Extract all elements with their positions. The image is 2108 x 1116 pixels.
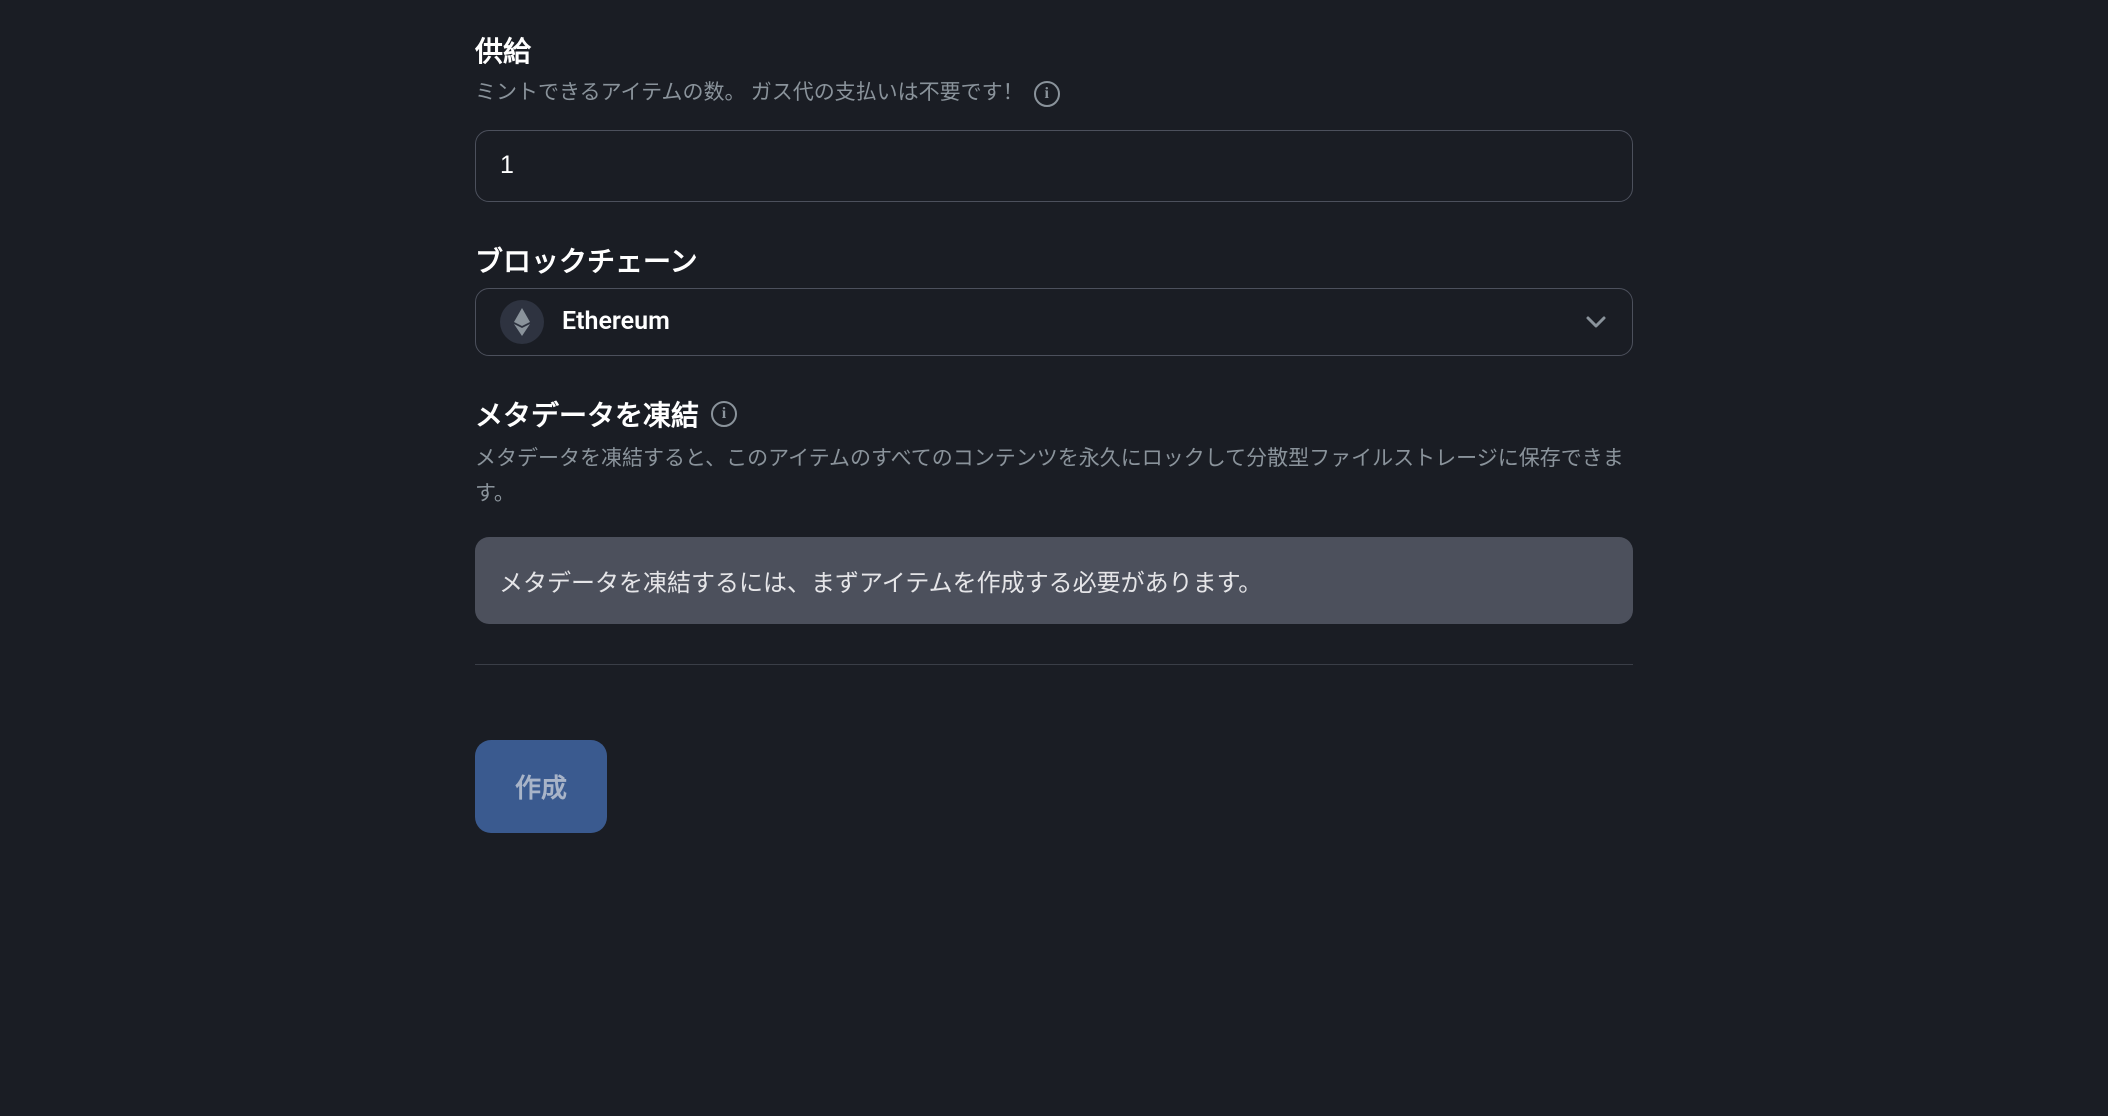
divider: [475, 664, 1633, 665]
create-button[interactable]: 作成: [475, 740, 607, 833]
blockchain-label-text: ブロックチェーン: [475, 240, 698, 280]
supply-description: ミントできるアイテムの数。 ガス代の支払いは不要です！ i: [475, 78, 1633, 110]
info-icon-glyph: i: [722, 405, 726, 423]
info-icon[interactable]: i: [1034, 81, 1060, 107]
freeze-metadata-field-group: メタデータを凍結 i メタデータを凍結すると、このアイテムのすべてのコンテンツを…: [475, 394, 1633, 624]
info-icon-glyph: i: [1044, 82, 1048, 106]
freeze-metadata-notice: メタデータを凍結するには、まずアイテムを作成する必要があります。: [475, 537, 1633, 624]
blockchain-field-group: ブロックチェーン Ethereum: [475, 240, 1633, 356]
ethereum-icon: [500, 300, 544, 344]
supply-field-group: 供給 ミントできるアイテムの数。 ガス代の支払いは不要です！ i: [475, 30, 1633, 202]
chevron-down-icon: [1584, 310, 1608, 334]
blockchain-label: ブロックチェーン: [475, 240, 1633, 280]
freeze-metadata-label-text: メタデータを凍結: [475, 394, 699, 434]
supply-label-text: 供給: [475, 30, 531, 70]
ethereum-diamond-icon: [513, 308, 531, 336]
blockchain-selected-text: Ethereum: [562, 307, 1566, 336]
supply-input[interactable]: [475, 130, 1633, 202]
form-container: 供給 ミントできるアイテムの数。 ガス代の支払いは不要です！ i ブロックチェー…: [0, 0, 2108, 833]
freeze-metadata-label: メタデータを凍結 i: [475, 394, 1633, 434]
freeze-metadata-description: メタデータを凍結すると、このアイテムのすべてのコンテンツを永久にロックして分散型…: [475, 442, 1633, 513]
supply-description-text: ミントできるアイテムの数。 ガス代の支払いは不要です！: [475, 78, 1024, 110]
info-icon[interactable]: i: [711, 401, 737, 427]
supply-label: 供給: [475, 30, 1633, 70]
blockchain-select[interactable]: Ethereum: [475, 288, 1633, 356]
